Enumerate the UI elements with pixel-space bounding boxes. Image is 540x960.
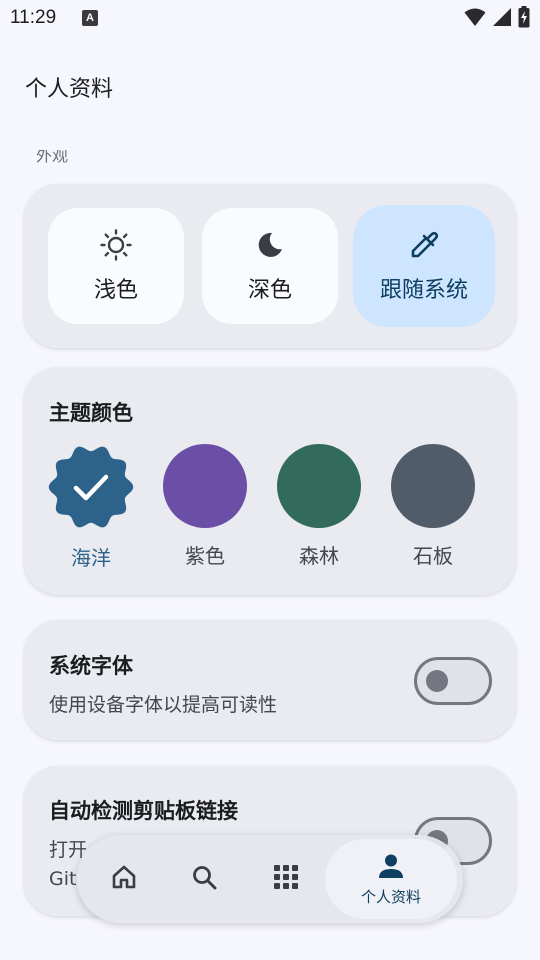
nav-home[interactable] bbox=[99, 835, 149, 923]
scalloped-swatch-ocean bbox=[48, 444, 134, 530]
dark-mode-button[interactable]: 深色 bbox=[202, 208, 338, 324]
swatch-ocean[interactable]: 海洋 bbox=[48, 444, 134, 571]
page-title: 个人资料 bbox=[25, 77, 114, 102]
moon-icon bbox=[253, 228, 287, 262]
theme-color-heading: 主题颜色 bbox=[49, 401, 133, 425]
system-font-toggle[interactable] bbox=[414, 657, 492, 705]
nav-profile-label: 个人资料 bbox=[360, 887, 421, 906]
dark-mode-label: 深色 bbox=[247, 278, 292, 303]
nav-profile[interactable]: 个人资料 bbox=[325, 839, 457, 919]
status-icons bbox=[464, 6, 530, 28]
color-circle-slate bbox=[391, 444, 475, 528]
sun-icon bbox=[99, 228, 133, 262]
status-bar: 11:29 A bbox=[0, 0, 540, 36]
signal-icon bbox=[492, 7, 512, 27]
system-font-subtitle: 使用设备字体以提高可读性 bbox=[49, 694, 278, 716]
profile-screen: 11:29 A 个人资料 外观 浅色 深色 跟随系统 主题颜色 海洋 紫色 森林… bbox=[0, 0, 540, 960]
swatch-slate[interactable]: 石板 bbox=[390, 444, 476, 569]
swatch-forest[interactable]: 森林 bbox=[276, 444, 362, 569]
eyedropper-icon bbox=[407, 228, 441, 262]
appearance-section-label: 外观 bbox=[36, 150, 69, 164]
light-mode-label: 浅色 bbox=[93, 278, 138, 303]
appearance-card: 浅色 深色 跟随系统 bbox=[24, 184, 516, 348]
nav-apps[interactable] bbox=[261, 835, 311, 923]
apps-grid-icon bbox=[273, 864, 299, 894]
person-icon bbox=[377, 852, 405, 884]
notification-icon: A bbox=[82, 10, 98, 26]
follow-system-label: 跟随系统 bbox=[379, 278, 468, 303]
system-font-title: 系统字体 bbox=[49, 654, 133, 678]
status-time: 11:29 bbox=[10, 7, 57, 28]
color-circle-purple bbox=[163, 444, 247, 528]
color-circle-forest bbox=[277, 444, 361, 528]
search-icon bbox=[190, 863, 218, 895]
system-font-card: 系统字体 使用设备字体以提高可读性 bbox=[24, 620, 516, 740]
theme-color-card: 主题颜色 海洋 紫色 森林 石板 bbox=[24, 367, 516, 595]
light-mode-button[interactable]: 浅色 bbox=[48, 208, 184, 324]
swatch-label-forest: 森林 bbox=[299, 544, 339, 568]
scalloped-shape bbox=[48, 446, 134, 528]
swatch-label-purple: 紫色 bbox=[185, 544, 225, 568]
home-icon bbox=[110, 863, 138, 895]
swatch-label-slate: 石板 bbox=[413, 544, 453, 568]
toggle-knob bbox=[426, 670, 448, 692]
swatch-label-ocean: 海洋 bbox=[71, 546, 111, 570]
bottom-navigation: 个人资料 bbox=[77, 835, 463, 923]
clipboard-title: 自动检测剪贴板链接 bbox=[49, 799, 238, 823]
wifi-icon bbox=[464, 7, 486, 27]
follow-system-button[interactable]: 跟随系统 bbox=[353, 205, 495, 327]
swatch-purple[interactable]: 紫色 bbox=[162, 444, 248, 569]
nav-search[interactable] bbox=[179, 835, 229, 923]
battery-charging-icon bbox=[518, 6, 530, 28]
